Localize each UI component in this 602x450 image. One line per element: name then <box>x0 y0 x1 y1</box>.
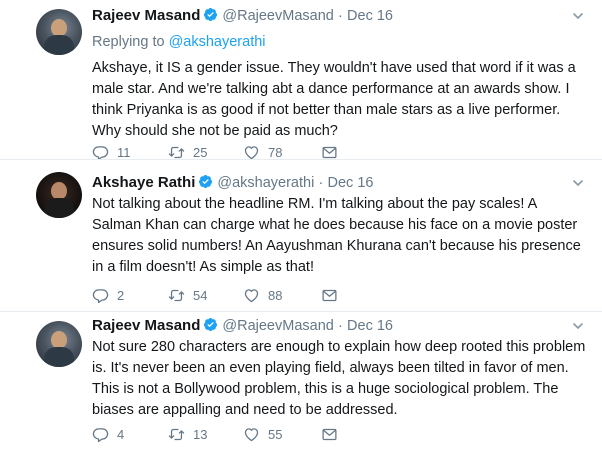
chevron-down-icon[interactable] <box>572 10 584 22</box>
retweet-count: 25 <box>193 144 208 160</box>
avatar-body <box>44 347 74 367</box>
like-count: 78 <box>268 144 283 160</box>
tweet-text: Akshaye, it IS a gender issue. They woul… <box>92 60 576 139</box>
author-handle[interactable]: @akshayerathi <box>217 175 314 191</box>
tweet-header: Rajeev Masand @RajeevMasand · Dec 16 <box>92 6 588 26</box>
replying-to-label: Replying to <box>92 34 165 50</box>
avatar[interactable] <box>36 321 82 367</box>
author-name[interactable]: Rajeev Masand <box>92 7 200 24</box>
author-name[interactable]: Rajeev Masand <box>92 317 200 334</box>
tweet-content: Rajeev Masand @RajeevMasand · Dec 16 Repl… <box>92 6 588 142</box>
like-icon <box>244 427 259 441</box>
tweet[interactable]: Rajeev Masand @RajeevMasand · Dec 16 Repl… <box>0 0 602 160</box>
tweet-date[interactable]: Dec 16 <box>347 8 393 24</box>
tweet[interactable]: Akshaye Rathi @akshayerathi · Dec 16 Not … <box>0 160 602 311</box>
avatar-body <box>44 198 74 218</box>
message-icon <box>322 146 337 158</box>
message-icon <box>322 289 337 301</box>
verified-badge-icon <box>204 7 218 22</box>
like-icon <box>244 145 259 159</box>
avatar[interactable] <box>36 172 82 218</box>
tweet-actions: 4 13 55 <box>92 424 341 444</box>
direct-message-button[interactable] <box>321 285 341 305</box>
separator-dot: · <box>318 175 324 191</box>
author-handle[interactable]: @RajeevMasand <box>222 318 333 334</box>
separator-dot: · <box>338 8 343 24</box>
like-icon <box>244 288 259 302</box>
avatar[interactable] <box>36 9 82 55</box>
tweet-date[interactable]: Dec 16 <box>328 175 374 191</box>
author-name[interactable]: Akshaye Rathi <box>92 174 195 191</box>
tweet-text: Not talking about the headline RM. I'm t… <box>92 196 581 275</box>
retweet-button[interactable]: 54 <box>168 285 243 305</box>
tweet-content: Rajeev Masand @RajeevMasand · Dec 16 Not … <box>92 316 588 421</box>
reply-button[interactable]: 4 <box>92 424 168 444</box>
verified-badge-icon <box>199 174 213 189</box>
retweet-icon <box>168 428 185 440</box>
tweet-actions: 2 54 88 <box>92 285 341 305</box>
reply-button[interactable]: 2 <box>92 285 168 305</box>
replying-to: Replying to @akshayerathi <box>92 33 588 51</box>
tweet-header: Rajeev Masand @RajeevMasand · Dec 16 <box>92 316 588 336</box>
verified-badge-icon <box>204 317 218 332</box>
like-button[interactable]: 88 <box>243 285 321 305</box>
retweet-count: 54 <box>193 287 208 303</box>
reply-icon <box>92 427 109 442</box>
like-button[interactable]: 55 <box>243 424 321 444</box>
retweet-button[interactable]: 13 <box>168 424 243 444</box>
tweet-thread: Rajeev Masand @RajeevMasand · Dec 16 Repl… <box>0 0 602 450</box>
chevron-down-icon[interactable] <box>572 177 584 189</box>
author-handle[interactable]: @RajeevMasand <box>222 8 333 24</box>
tweet-content: Akshaye Rathi @akshayerathi · Dec 16 Not … <box>92 173 588 278</box>
replying-to-mention[interactable]: @akshayerathi <box>169 34 266 50</box>
separator-dot: · <box>338 318 343 334</box>
tweet-header: Akshaye Rathi @akshayerathi · Dec 16 <box>92 173 588 193</box>
reply-icon <box>92 145 109 160</box>
retweet-count: 13 <box>193 426 208 442</box>
like-count: 55 <box>268 426 283 442</box>
tweet-text: Not sure 280 characters are enough to ex… <box>92 339 586 418</box>
avatar-body <box>44 35 74 55</box>
retweet-icon <box>168 289 185 301</box>
retweet-icon <box>168 146 185 158</box>
tweet[interactable]: Rajeev Masand @RajeevMasand · Dec 16 Not … <box>0 312 602 450</box>
direct-message-button[interactable] <box>321 424 341 444</box>
reply-icon <box>92 288 109 303</box>
reply-count: 2 <box>117 287 125 303</box>
like-count: 88 <box>268 287 283 303</box>
chevron-down-icon[interactable] <box>572 320 584 332</box>
reply-count: 11 <box>117 144 131 160</box>
tweet-date[interactable]: Dec 16 <box>347 318 393 334</box>
reply-count: 4 <box>117 426 125 442</box>
message-icon <box>322 428 337 440</box>
